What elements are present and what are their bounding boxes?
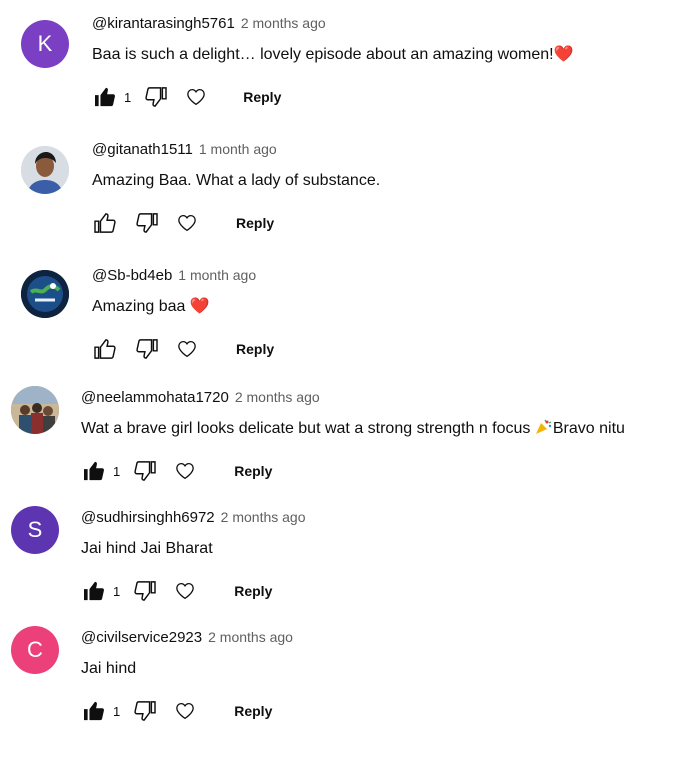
heart-icon[interactable]: [174, 211, 200, 235]
avatar-letter: K: [37, 31, 53, 56]
avatar-photo: [21, 146, 69, 194]
heart-emoji: ❤️: [553, 46, 574, 63]
comment-time[interactable]: 1 month ago: [178, 267, 256, 283]
like-filled-icon[interactable]: [81, 699, 107, 723]
heart-icon[interactable]: [172, 579, 198, 603]
dislike-icon[interactable]: [132, 459, 158, 483]
avatar[interactable]: S: [11, 506, 59, 554]
avatar-photo: [21, 270, 69, 318]
heart-icon[interactable]: [174, 337, 200, 361]
comment-actions: 1 Reply: [81, 699, 293, 723]
comment-time[interactable]: 2 months ago: [208, 629, 293, 645]
comment-actions: Reply: [92, 211, 380, 235]
reply-button[interactable]: Reply: [234, 703, 272, 719]
comment-text-suffix: Bravo nitu: [552, 420, 625, 437]
comment-actions: Reply: [92, 337, 274, 361]
comment-text: Amazing Baa. What a lady of substance.: [92, 172, 381, 189]
comment-text: Baa is such a delight… lovely episode ab…: [92, 45, 574, 65]
avatar-photo: [11, 386, 59, 434]
like-filled-icon[interactable]: [92, 85, 118, 109]
avatar[interactable]: [21, 270, 69, 318]
comment-actions: 1 Reply: [81, 579, 306, 603]
dislike-icon[interactable]: [134, 211, 160, 235]
dislike-icon[interactable]: [143, 85, 169, 109]
like-count: 1: [113, 463, 121, 479]
comment-time[interactable]: 1 month ago: [199, 141, 277, 157]
like-count: 1: [113, 703, 121, 719]
like-filled-icon[interactable]: [81, 459, 107, 483]
comment-time[interactable]: 2 months ago: [221, 509, 306, 525]
reply-button[interactable]: Reply: [234, 583, 272, 599]
comment-time[interactable]: 2 months ago: [235, 389, 320, 405]
comment-author[interactable]: @civilservice2923: [81, 629, 202, 646]
like-count: 1: [113, 583, 121, 599]
avatar[interactable]: [21, 146, 69, 194]
reply-button[interactable]: Reply: [243, 89, 281, 105]
comment-text-content: Amazing baa: [92, 298, 186, 315]
heart-icon[interactable]: [172, 459, 198, 483]
like-count: 1: [124, 89, 132, 105]
heart-icon[interactable]: [172, 699, 198, 723]
comment-text-content: Wat a brave girl looks delicate but wat …: [81, 420, 531, 437]
comment-text: Jai hind: [81, 660, 137, 677]
comment-time[interactable]: 2 months ago: [241, 15, 326, 31]
comment-author[interactable]: @neelammohata1720: [81, 389, 229, 406]
party-popper-icon: [535, 419, 552, 434]
heart-emoji: ❤️: [189, 298, 210, 315]
dislike-icon[interactable]: [134, 337, 160, 361]
avatar[interactable]: [11, 386, 59, 434]
comment-author[interactable]: @kirantarasingh5761: [92, 15, 235, 32]
like-icon[interactable]: [92, 337, 118, 361]
comment-text: Jai hind Jai Bharat: [81, 540, 213, 557]
comment-author[interactable]: @sudhirsinghh6972: [81, 509, 215, 526]
comment-actions: 1 Reply: [92, 85, 574, 109]
reply-button[interactable]: Reply: [236, 341, 274, 357]
reply-button[interactable]: Reply: [236, 215, 274, 231]
avatar-letter: C: [27, 637, 43, 662]
heart-icon[interactable]: [183, 85, 209, 109]
like-filled-icon[interactable]: [81, 579, 107, 603]
avatar[interactable]: K: [21, 20, 69, 68]
comment-text: Wat a brave girl looks delicate but wat …: [81, 419, 625, 439]
reply-button[interactable]: Reply: [234, 463, 272, 479]
dislike-icon[interactable]: [132, 699, 158, 723]
comment-author[interactable]: @gitanath1511: [92, 141, 193, 158]
comment-actions: 1 Reply: [81, 459, 625, 483]
comment-text-content: Baa is such a delight… lovely episode ab…: [92, 46, 554, 63]
dislike-icon[interactable]: [132, 579, 158, 603]
avatar-letter: S: [27, 517, 43, 542]
like-icon[interactable]: [92, 211, 118, 235]
comment-text: Amazing baa ❤️: [92, 297, 274, 317]
avatar[interactable]: C: [11, 626, 59, 674]
comment-author[interactable]: @Sb-bd4eb: [92, 267, 172, 284]
